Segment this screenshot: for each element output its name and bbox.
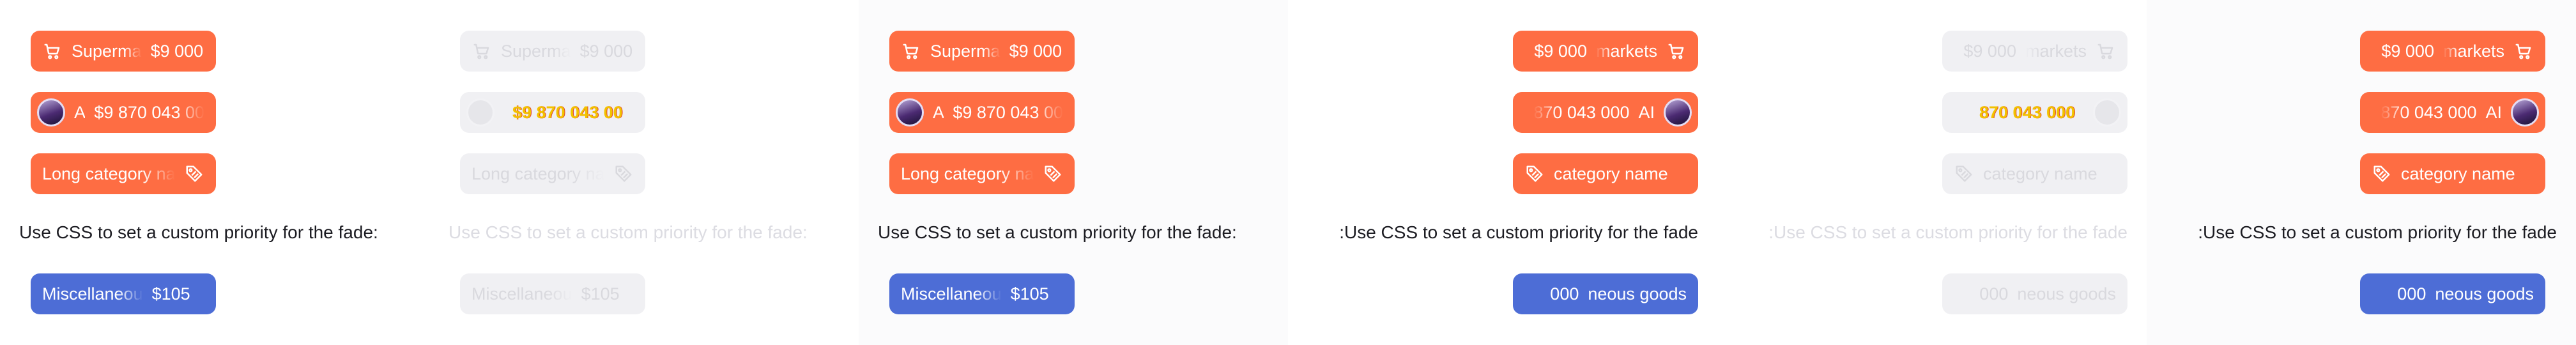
chip-ai[interactable]: $9 870 043 00 <box>460 92 645 133</box>
chip-label: Miscellaneou <box>471 284 572 303</box>
chip-amount: 870 043 000 <box>2380 102 2477 122</box>
chip-ai[interactable]: 870 043 000 AI <box>1513 92 1698 133</box>
chip-miscellaneous[interactable]: Miscellaneou $105 <box>31 273 216 314</box>
panel-rtl-2: $9 000 markets 870 043 000 category name… <box>1717 0 2147 345</box>
avatar <box>37 98 65 126</box>
chip-amount: $105 <box>581 284 620 303</box>
chip-miscellaneous[interactable]: 000 neous goods <box>1942 273 2128 314</box>
chip-ai[interactable]: 870 043 000 AI <box>2360 92 2545 133</box>
chip-amount: $105 <box>151 284 190 303</box>
cart-icon <box>2513 41 2534 61</box>
chip-amount: $9 870 043 00 <box>512 102 623 122</box>
chip-label: neous goods <box>1588 284 1687 303</box>
chip-amount: $9 000 <box>1534 41 1587 61</box>
cart-icon <box>471 41 492 61</box>
chip-supermarkets[interactable]: Superma $9 000 <box>460 31 645 72</box>
chip-label: Miscellaneou <box>42 284 143 303</box>
tag-icon <box>2372 164 2392 184</box>
chip-label: category name <box>1554 164 1668 183</box>
chip-miscellaneous[interactable]: Miscellaneou $105 <box>460 273 645 314</box>
panel-ltr-3: Superma $9 000 AI $9 870 043 00 Long cat… <box>859 0 1288 345</box>
chip-amount: $9 000 <box>579 41 633 61</box>
avatar <box>2511 98 2539 126</box>
tag-icon <box>613 164 634 184</box>
chip-long-category[interactable]: category name <box>1513 153 1698 194</box>
chip-amount: $9 000 <box>150 41 204 61</box>
chip-long-category[interactable]: Long category na <box>31 153 216 194</box>
chip-ai[interactable]: AI $9 870 043 00 <box>31 92 216 133</box>
chip-supermarkets[interactable]: $9 000 markets <box>1942 31 2128 72</box>
chip-long-category[interactable]: Long category na <box>460 153 645 194</box>
panel-ltr-1: Superma $9 000 AI $9 870 043 00 Long cat… <box>0 0 429 345</box>
chip-label: Long category na <box>471 164 604 183</box>
chip-label: category name <box>1983 164 2097 183</box>
caption: :Use CSS to set a custom priority for th… <box>1339 222 1698 242</box>
chip-long-category[interactable]: Long category na <box>889 153 1075 194</box>
chip-label: neous goods <box>2017 284 2116 303</box>
chip-label: neous goods <box>2435 284 2534 303</box>
chip-supermarkets[interactable]: $9 000 markets <box>1513 31 1698 72</box>
chip-label: Superma <box>72 41 142 61</box>
chip-long-category[interactable]: category name <box>2360 153 2545 194</box>
avatar <box>2093 98 2121 126</box>
caption: :Use CSS to set a custom priority for th… <box>1768 222 2128 242</box>
tag-icon <box>184 164 204 184</box>
chip-label: Long category na <box>42 164 175 183</box>
tag-icon <box>1524 164 1545 184</box>
chip-miscellaneous[interactable]: 000 neous goods <box>2360 273 2545 314</box>
chip-amount: $9 000 <box>1009 41 1062 61</box>
tag-icon <box>1043 164 1063 184</box>
caption: :Use CSS to set a custom priority for th… <box>2198 222 2557 242</box>
chip-miscellaneous[interactable]: Miscellaneou $105 <box>889 273 1075 314</box>
chip-amount: 870 043 000 <box>1979 102 2075 122</box>
chip-label: Superma <box>501 41 571 61</box>
panel-rtl-3: $9 000 markets 870 043 000 AI category n… <box>2147 0 2576 345</box>
chip-label: AI <box>933 102 944 122</box>
cart-icon <box>42 41 63 61</box>
cart-icon <box>1666 41 1687 61</box>
chip-amount: $9 000 <box>1963 41 2016 61</box>
chip-label: markets <box>2025 41 2087 61</box>
chip-amount: 000 <box>1550 284 1579 303</box>
chip-amount: $9 000 <box>2381 41 2434 61</box>
chip-label: AI <box>74 102 86 122</box>
chip-label: Superma <box>930 41 1000 61</box>
chip-label: markets <box>2442 41 2504 61</box>
avatar <box>896 98 924 126</box>
chip-supermarkets[interactable]: Superma $9 000 <box>31 31 216 72</box>
caption: Use CSS to set a custom priority for the… <box>448 222 808 242</box>
chip-long-category[interactable]: category name <box>1942 153 2128 194</box>
panel-rtl-1: $9 000 markets 870 043 000 AI category n… <box>1288 0 1717 345</box>
chip-ai[interactable]: 870 043 000 <box>1942 92 2128 133</box>
chip-ai[interactable]: AI $9 870 043 00 <box>889 92 1075 133</box>
chip-label: category name <box>2401 164 2515 183</box>
chip-amount: $9 870 043 00 <box>94 102 204 122</box>
chip-label: AI <box>1638 102 1655 122</box>
caption: Use CSS to set a custom priority for the… <box>878 222 1237 242</box>
chip-label: Miscellaneou <box>901 284 1002 303</box>
chip-supermarkets[interactable]: $9 000 markets <box>2360 31 2545 72</box>
chip-amount: $9 870 043 00 <box>953 102 1063 122</box>
chip-label: AI <box>2485 102 2502 122</box>
chip-amount: $105 <box>1010 284 1049 303</box>
panel-ltr-2: Superma $9 000 $9 870 043 00 Long catego… <box>429 0 859 345</box>
chip-label: Long category na <box>901 164 1034 183</box>
chip-amount: 870 043 000 <box>1533 102 1630 122</box>
chip-label: markets <box>1595 41 1657 61</box>
caption: Use CSS to set a custom priority for the… <box>19 222 378 242</box>
chip-supermarkets[interactable]: Superma $9 000 <box>889 31 1075 72</box>
avatar <box>1664 98 1692 126</box>
chip-miscellaneous[interactable]: 000 neous goods <box>1513 273 1698 314</box>
cart-icon <box>2096 41 2116 61</box>
tag-icon <box>1954 164 1974 184</box>
avatar <box>466 98 494 126</box>
chip-amount: 000 <box>2397 284 2426 303</box>
cart-icon <box>901 41 921 61</box>
chip-amount: 000 <box>1979 284 2009 303</box>
